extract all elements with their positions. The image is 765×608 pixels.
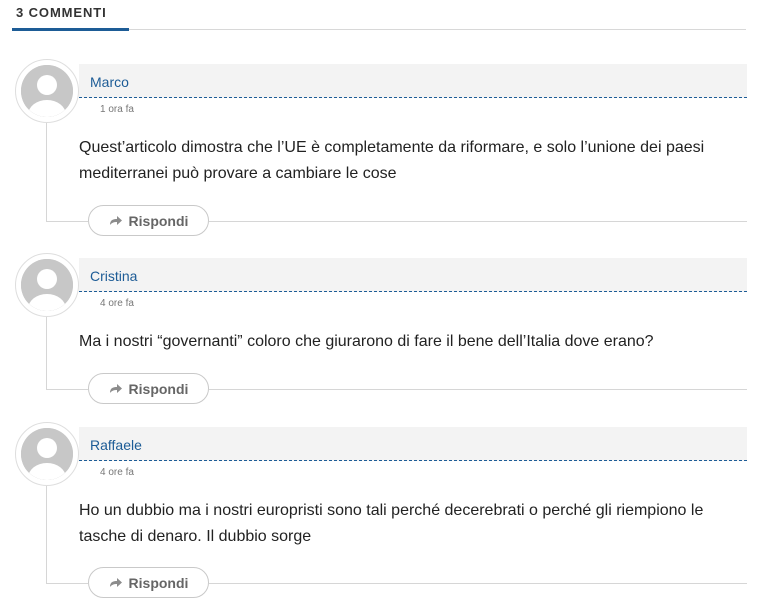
reply-arrow-icon <box>109 577 123 588</box>
meta-divider <box>79 460 747 461</box>
comment-author[interactable]: Cristina <box>90 268 137 284</box>
comment-body: Quest’articolo dimostra che l’UE è compl… <box>79 135 739 187</box>
user-silhouette-icon <box>21 259 73 311</box>
reply-button-label: Rispondi <box>128 574 189 591</box>
comment-text-line: Quest’articolo dimostra che l’UE è compl… <box>79 139 705 156</box>
comments-count-title: 3 COMMENTI <box>16 5 107 20</box>
comment-body: Ma i nostri “governanti” coloro che giur… <box>79 329 739 355</box>
comment-text-line: tasche di denaro. Il dubbio sorge <box>79 528 312 545</box>
title-underline <box>12 28 129 31</box>
comment-time[interactable]: 4 ore fa <box>100 298 134 309</box>
comments-header: 3 COMMENTI <box>12 0 746 31</box>
thread-base <box>209 583 747 584</box>
user-silhouette-icon <box>21 65 73 117</box>
comment-text-line: Ho un dubbio ma i nostri europristi sono… <box>79 502 704 519</box>
thread-line <box>46 315 47 390</box>
reply-arrow-icon <box>109 383 123 394</box>
reply-button[interactable]: Rispondi <box>88 205 209 236</box>
thread-base <box>46 583 88 584</box>
comment-text-line: Ma i nostri “governanti” coloro che giur… <box>79 333 654 350</box>
meta-divider <box>79 291 747 292</box>
user-silhouette-icon <box>21 428 73 480</box>
comment-time[interactable]: 4 ore fa <box>100 467 134 478</box>
avatar <box>15 59 79 123</box>
thread-base <box>209 389 747 390</box>
reply-button-label: Rispondi <box>128 212 189 229</box>
comment-meta-bar <box>79 427 747 461</box>
comment-text-line: mediterranei può provare a cambiare le c… <box>79 165 397 182</box>
comment-meta-bar <box>79 64 747 98</box>
comment-body: Ho un dubbio ma i nostri europristi sono… <box>79 498 739 550</box>
thread-line <box>46 484 47 584</box>
reply-button-label: Rispondi <box>128 380 189 397</box>
thread-base <box>209 221 747 222</box>
reply-button[interactable]: Rispondi <box>88 567 209 598</box>
comment-author[interactable]: Marco <box>90 74 129 90</box>
comment-meta-bar <box>79 258 747 292</box>
avatar <box>15 422 79 486</box>
avatar <box>15 253 79 317</box>
comment-author[interactable]: Raffaele <box>90 437 142 453</box>
reply-button[interactable]: Rispondi <box>88 373 209 404</box>
meta-divider <box>79 97 747 98</box>
comment-time[interactable]: 1 ora fa <box>100 104 134 115</box>
thread-base <box>46 221 88 222</box>
reply-arrow-icon <box>109 215 123 226</box>
thread-base <box>46 389 88 390</box>
